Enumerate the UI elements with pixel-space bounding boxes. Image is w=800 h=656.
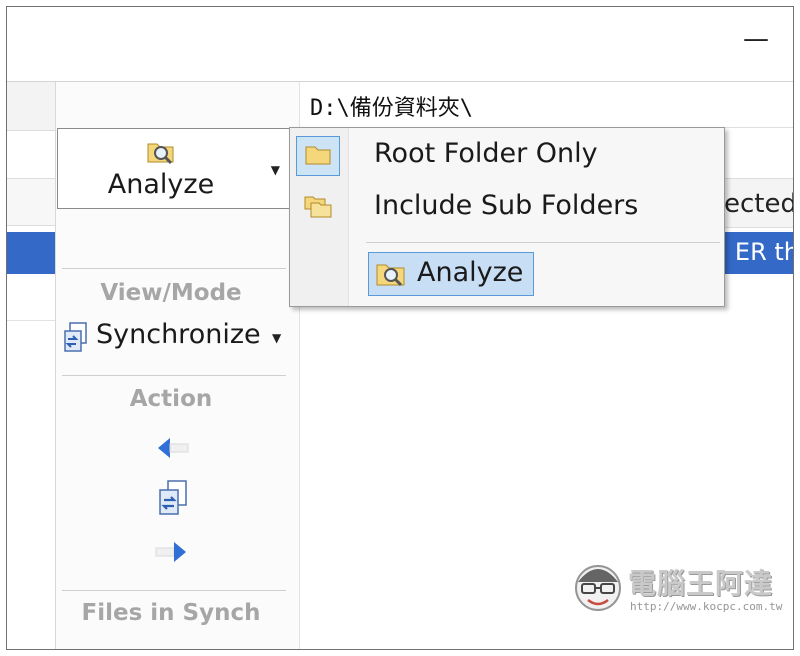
menu-analyze-button[interactable]: Analyze	[368, 252, 534, 296]
arrow-left-icon[interactable]	[152, 428, 192, 468]
column-header-label: ected	[724, 189, 794, 219]
caret-down-icon[interactable]: ▼	[271, 163, 280, 177]
synchronize-icon	[64, 322, 87, 352]
menu-item-root-folder-only[interactable]: Root Folder Only	[290, 132, 724, 178]
title-bar: —	[7, 7, 793, 82]
menu-item-label: Include Sub Folders	[374, 190, 639, 221]
minimize-button[interactable]: —	[741, 26, 771, 53]
files-in-synch-group-label: Files in Synch	[81, 600, 261, 626]
toolbar-separator	[62, 590, 286, 591]
toolbar-separator	[62, 375, 286, 376]
view-mode-group-label: View/Mode	[100, 280, 242, 306]
folder-magnifier-icon	[147, 143, 174, 165]
left-pane-selected-row[interactable]	[7, 232, 55, 274]
synchronize-mode-dropdown[interactable]: Synchronize ▼	[62, 317, 292, 359]
folder-magnifier-icon	[376, 264, 405, 287]
arrow-right-icon[interactable]	[152, 532, 192, 572]
left-pane-path-header	[7, 82, 55, 131]
selected-row-text: ER th	[734, 238, 794, 266]
sync-files-icon[interactable]	[154, 478, 194, 518]
menu-item-include-sub-folders[interactable]: Include Sub Folders	[290, 184, 724, 230]
caret-down-icon[interactable]: ▼	[272, 331, 281, 345]
folders-icon	[304, 196, 332, 218]
menu-separator	[366, 242, 720, 243]
folder-path-field[interactable]: D:\備份資料夾\	[300, 82, 793, 128]
watermark-name: 電腦王阿達	[628, 567, 774, 600]
synchronize-mode-value: Synchronize	[96, 319, 261, 350]
menu-item-label: Root Folder Only	[374, 138, 598, 169]
analyze-split-button[interactable]: Analyze ▼	[57, 128, 295, 209]
action-group-label: Action	[129, 386, 213, 412]
mascot-face-icon	[575, 565, 621, 611]
left-file-pane	[7, 82, 56, 649]
watermark-url: http://www.kocpc.com.tw	[630, 600, 783, 613]
analyze-button-label: Analyze	[107, 169, 215, 200]
left-pane-column-header	[7, 178, 55, 226]
folder-icon	[305, 146, 331, 165]
command-sidebar: Analyze ▼ View/Mode Synchronize ▼ Action	[56, 82, 300, 649]
watermark-logo: 電腦王阿達 http://www.kocpc.com.tw	[572, 560, 788, 622]
menu-analyze-label: Analyze	[417, 257, 524, 288]
folder-path-value: D:\備份資料夾\	[310, 96, 473, 121]
analyze-dropdown-menu: Root Folder Only Include Sub Folders Ana…	[289, 127, 725, 307]
application-window: — Analyze ▼ View/Mode Synchronize ▼ Acti…	[6, 6, 794, 650]
toolbar-separator	[62, 268, 286, 269]
left-pane-row[interactable]	[7, 274, 55, 321]
